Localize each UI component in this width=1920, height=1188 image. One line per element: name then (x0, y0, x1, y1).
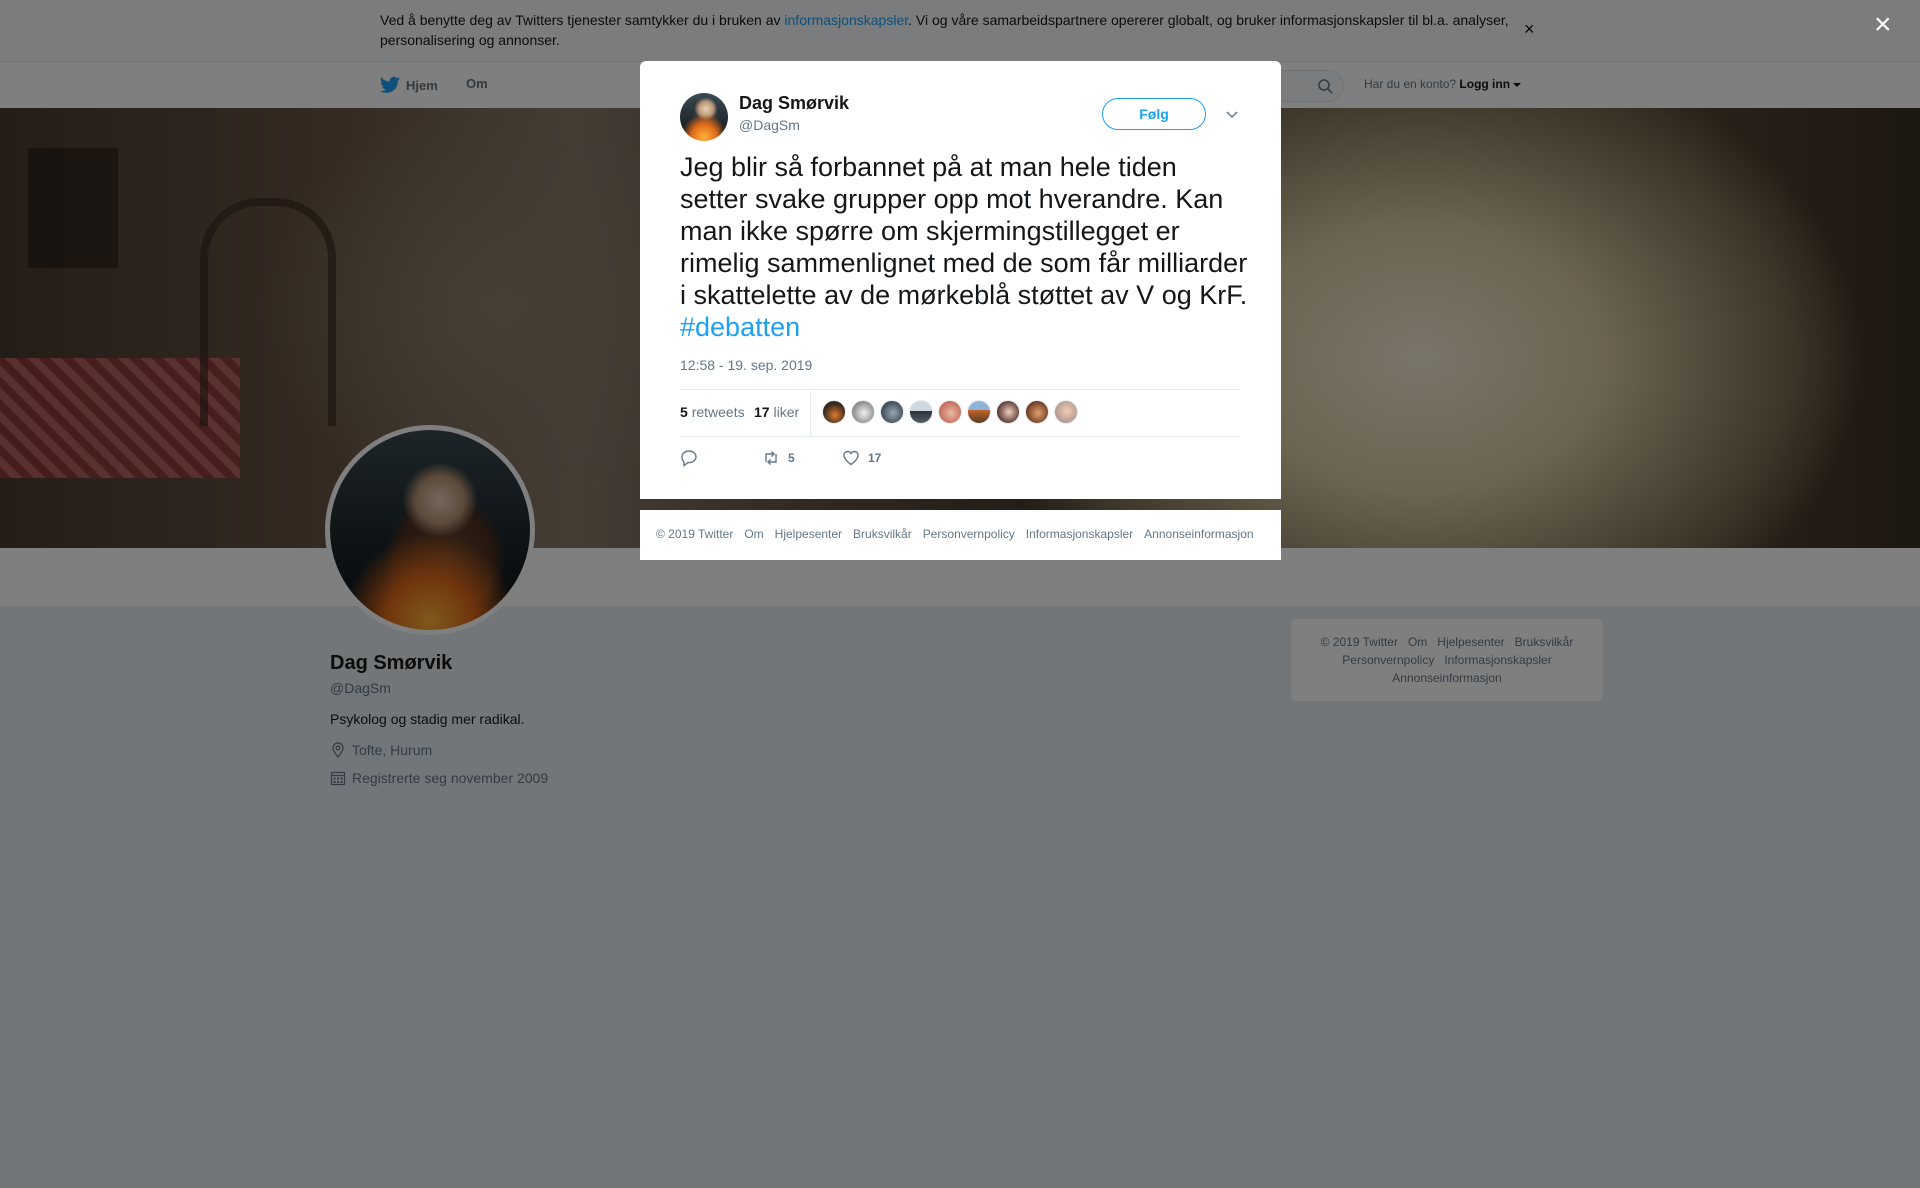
liker-avatar[interactable] (909, 400, 933, 424)
liker-avatar[interactable] (1054, 400, 1078, 424)
tweet-modal: Dag Smørvik @DagSm Følg Jeg blir så forb… (640, 61, 1281, 499)
reply-icon (681, 450, 697, 467)
retweets-label: retweets (691, 404, 745, 420)
footer-link[interactable]: Personvernpolicy (923, 527, 1015, 541)
liker-avatar[interactable] (938, 400, 962, 424)
likes-stat[interactable]: 17 liker (754, 404, 799, 420)
footer-link[interactable]: Bruksvilkår (853, 527, 912, 541)
footer-link[interactable]: © 2019 Twitter (656, 527, 733, 541)
chevron-down-icon[interactable] (1226, 111, 1238, 119)
tweet-author-handle[interactable]: @DagSm (739, 117, 800, 133)
footer-link[interactable]: Hjelpesenter (775, 527, 842, 541)
liker-avatar[interactable] (851, 400, 875, 424)
tweet-body: Jeg blir så forbannet på at man hele tid… (680, 152, 1248, 310)
footer-link[interactable]: Informasjonskapsler (1026, 527, 1133, 541)
retweets-count: 5 (680, 404, 688, 420)
footer-link[interactable]: Om (744, 527, 763, 541)
stats-divider (810, 390, 811, 436)
modal-footer-links: © 2019 Twitter Om Hjelpesenter Bruksvilkår P… (656, 527, 1265, 541)
retweet-count: 5 (788, 451, 795, 465)
like-count: 17 (868, 451, 882, 465)
likes-count: 17 (754, 404, 770, 420)
tweet-actions: 5 17 (680, 449, 980, 473)
tweet-text: Jeg blir så forbannet på at man hele tid… (680, 151, 1250, 343)
tweet-author-avatar[interactable] (680, 93, 728, 141)
retweet-icon (765, 451, 777, 465)
retweet-button[interactable]: 5 (762, 449, 795, 467)
modal-footer: © 2019 Twitter Om Hjelpesenter Bruksvilkår P… (640, 510, 1281, 560)
footer-link[interactable]: Annonseinformasjon (1144, 527, 1253, 541)
likes-label: liker (773, 404, 800, 420)
retweets-stat[interactable]: 5 retweets (680, 404, 745, 420)
tweet-stats: 5 retweets 17 liker (680, 389, 1240, 437)
tweet-author-name[interactable]: Dag Smørvik (739, 93, 849, 114)
liker-avatar[interactable] (822, 400, 846, 424)
like-icon (843, 450, 859, 466)
close-icon[interactable]: × (1874, 10, 1892, 40)
follow-button[interactable]: Følg (1102, 98, 1206, 130)
like-button[interactable]: 17 (842, 449, 881, 467)
liker-avatar[interactable] (1025, 400, 1049, 424)
hashtag-link[interactable]: #debatten (680, 312, 800, 342)
liker-avatar[interactable] (967, 400, 991, 424)
reply-button[interactable] (680, 449, 706, 467)
likers-avatars (822, 400, 1083, 424)
liker-avatar[interactable] (880, 400, 904, 424)
liker-avatar[interactable] (996, 400, 1020, 424)
tweet-timestamp: 12:58 - 19. sep. 2019 (680, 357, 813, 373)
